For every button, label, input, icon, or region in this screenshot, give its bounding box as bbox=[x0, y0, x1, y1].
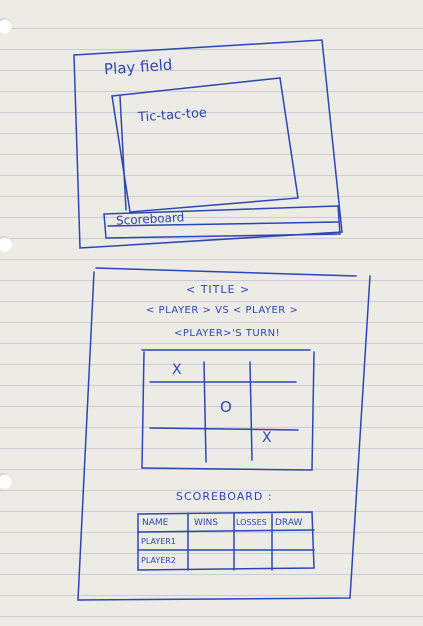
turn-indicator: <PLAYER>'S TURN! bbox=[174, 328, 281, 339]
versus-line: < PLAYER > VS < PLAYER > bbox=[146, 305, 299, 316]
table-header: DRAW bbox=[275, 518, 303, 528]
table-row-name: PLAYER2 bbox=[141, 556, 176, 565]
scoreboard-heading: SCOREBOARD : bbox=[176, 490, 273, 503]
layout-frame bbox=[77, 271, 371, 601]
table-header: LOSSES bbox=[236, 518, 267, 527]
board-cell[interactable]: O bbox=[220, 398, 232, 416]
table-row-name: PLAYER1 bbox=[141, 537, 176, 546]
game-area-frame bbox=[111, 77, 299, 213]
board-cell[interactable]: X bbox=[172, 362, 182, 378]
table-header: WINS bbox=[194, 518, 218, 528]
title-placeholder: < TITLE > bbox=[186, 283, 251, 296]
table-header: NAME bbox=[142, 518, 169, 528]
board-cell[interactable]: X bbox=[262, 430, 272, 446]
